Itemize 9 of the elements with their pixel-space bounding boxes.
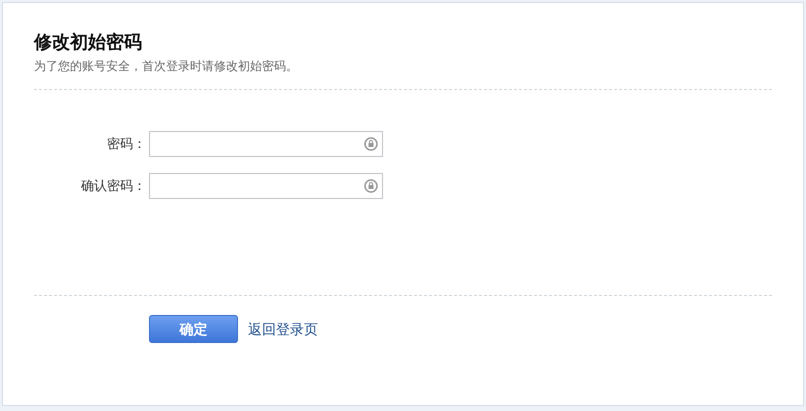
back-to-login-link[interactable]: 返回登录页	[248, 318, 318, 340]
lock-refresh-icon	[364, 137, 378, 151]
page-title: 修改初始密码	[34, 31, 143, 54]
field-label: 密码：	[106, 135, 146, 154]
lock-refresh-icon	[364, 179, 378, 193]
page-subtitle: 为了您的账号安全，首次登录时请修改初始密码。	[34, 58, 299, 74]
field-label: 确认密码：	[80, 177, 146, 196]
password-field[interactable]	[149, 173, 383, 199]
password-field[interactable]	[149, 131, 383, 157]
